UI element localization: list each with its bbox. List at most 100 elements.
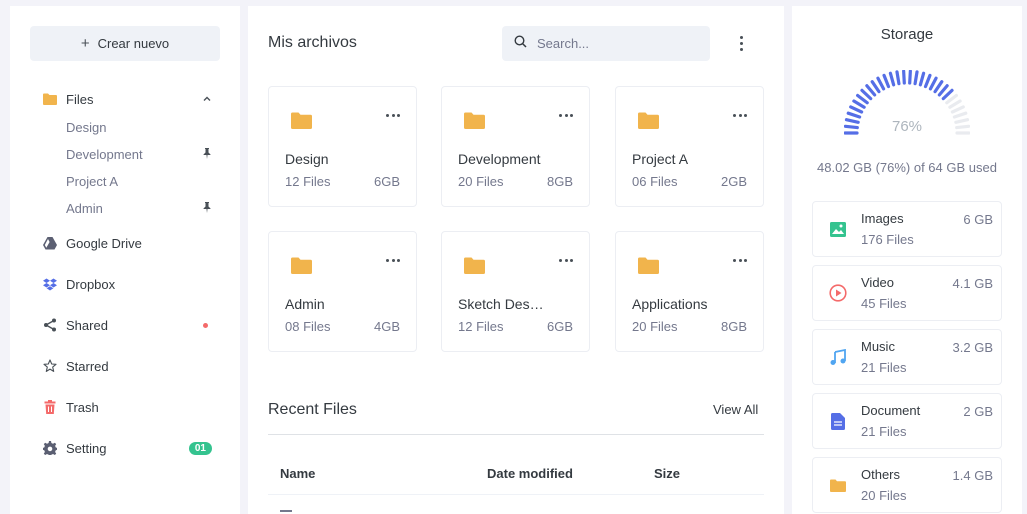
storage-category-others[interactable]: Others 20 Files 1.4 GB [812,457,1002,513]
trash-icon [42,399,58,415]
column-header-size[interactable]: Size [654,466,680,481]
more-options-icon[interactable] [559,108,573,122]
storage-category-video[interactable]: Video 45 Files 4.1 GB [812,265,1002,321]
sidebar-item-trash[interactable]: Trash [42,399,212,415]
category-name: Images [861,211,904,226]
column-header-date-modified[interactable]: Date modified [487,466,573,481]
folder-card[interactable]: Applications 20 Files 8GB [615,231,764,352]
storage-title: Storage [880,26,934,43]
folder-icon [638,112,659,134]
file-icon [280,510,292,514]
folder-icon [829,476,847,494]
more-options-icon[interactable] [733,253,747,267]
sidebar-subitem-development[interactable]: Development [66,147,212,162]
folder-size: 6GB [373,174,400,189]
category-file-count: 176 Files [861,232,914,247]
category-size: 3.2 GB [952,340,993,355]
sidebar-item-files[interactable]: Files [42,91,212,107]
folder-card[interactable]: Admin 08 Files 4GB [268,231,417,352]
folder-icon [464,257,485,279]
gauge-tick [941,88,954,101]
storage-panel: Storage 76% 48.02 GB (76%) of 64 GB used… [792,6,1022,514]
gauge-tick [928,76,938,91]
folder-icon [464,112,485,134]
folder-card[interactable]: Development 20 Files 8GB [441,86,590,207]
gauge-tick [876,76,886,91]
folder-card[interactable]: Sketch Design 12 Files 6GB [441,231,590,352]
folder-icon [42,91,58,107]
gauge-tick [923,73,932,89]
subitem-label: Admin [66,201,103,216]
sidebar-item-label: Files [66,91,94,107]
storage-category-images[interactable]: Images 176 Files 6 GB [812,201,1002,257]
gauge-tick [902,69,906,85]
folder-name: Sketch Design [458,296,544,312]
more-options-icon[interactable] [734,34,748,52]
folder-card[interactable]: Project A 06 Files 2GB [615,86,764,207]
chevron-up-icon[interactable] [202,92,212,107]
folder-card[interactable]: Design 12 Files 6GB [268,86,417,207]
sidebar-subitem-project-a[interactable]: Project A [66,174,212,189]
gear-icon [42,440,58,456]
notification-dot [203,322,208,328]
folder-size: 4GB [373,319,400,334]
category-name: Document [861,403,921,418]
column-header-name[interactable]: Name [280,466,315,481]
gauge-tick [895,70,901,86]
storage-category-document[interactable]: Document 21 Files 2 GB [812,393,1002,449]
gauge-tick [856,93,869,105]
search-input[interactable] [537,36,687,51]
gauge-tick [913,70,919,86]
gauge-tick [955,124,971,130]
gauge-tick [882,73,891,89]
gauge-tick [844,118,860,124]
sidebar-item-label: Dropbox [66,276,116,292]
sidebar-item-shared[interactable]: Shared [42,317,212,333]
gauge-tick [888,71,896,87]
sidebar-item-dropbox[interactable]: Dropbox [42,276,212,292]
storage-category-music[interactable]: Music 21 Files 3.2 GB [812,329,1002,385]
create-new-label: Crear nuevo [97,36,170,51]
folder-name: Project A [632,151,689,167]
gauge-tick [954,118,970,124]
folder-name: Development [458,151,541,167]
view-all-link[interactable]: View All [713,402,758,417]
pin-icon [202,147,212,162]
sidebar-subitem-admin[interactable]: Admin [66,201,212,216]
category-file-count: 20 Files [861,488,907,503]
subitem-label: Project A [66,174,119,189]
sidebar-item-starred[interactable]: Starred [42,358,212,374]
main-content: Mis archivos Design 12 Files 6GB Develop… [248,6,784,514]
gauge-tick [865,84,877,97]
storage-gauge: 76% [843,69,971,145]
folder-file-count: 12 Files [285,174,331,189]
more-options-icon[interactable] [559,253,573,267]
folder-size: 6GB [546,319,573,334]
sidebar-item-label: Starred [66,358,109,374]
settings-badge: 01 [188,441,212,455]
sidebar-item-google-drive[interactable]: Google Drive [42,235,212,251]
gauge-tick [950,105,965,114]
dropbox-icon [42,276,58,292]
category-file-count: 45 Files [861,296,907,311]
search-box[interactable] [502,26,710,61]
google-drive-icon [42,235,58,251]
create-new-button[interactable]: + Crear nuevo [30,26,220,61]
sidebar-item-setting[interactable]: Setting 01 [42,440,212,456]
folder-name: Design [285,151,329,167]
sidebar-item-label: Shared [66,317,108,333]
gauge-tick [846,111,862,119]
more-options-icon[interactable] [733,108,747,122]
divider [268,434,764,435]
play-circle-icon [829,284,847,302]
more-options-icon[interactable] [386,253,400,267]
folder-size: 8GB [546,174,573,189]
subitem-label: Design [66,120,107,135]
category-file-count: 21 Files [861,360,907,375]
category-size: 2 GB [963,404,993,419]
folder-file-count: 20 Files [458,174,504,189]
sidebar-subitem-design[interactable]: Design [66,120,212,135]
more-options-icon[interactable] [386,108,400,122]
gauge-tick [948,99,962,109]
sidebar-item-label: Trash [66,399,99,415]
